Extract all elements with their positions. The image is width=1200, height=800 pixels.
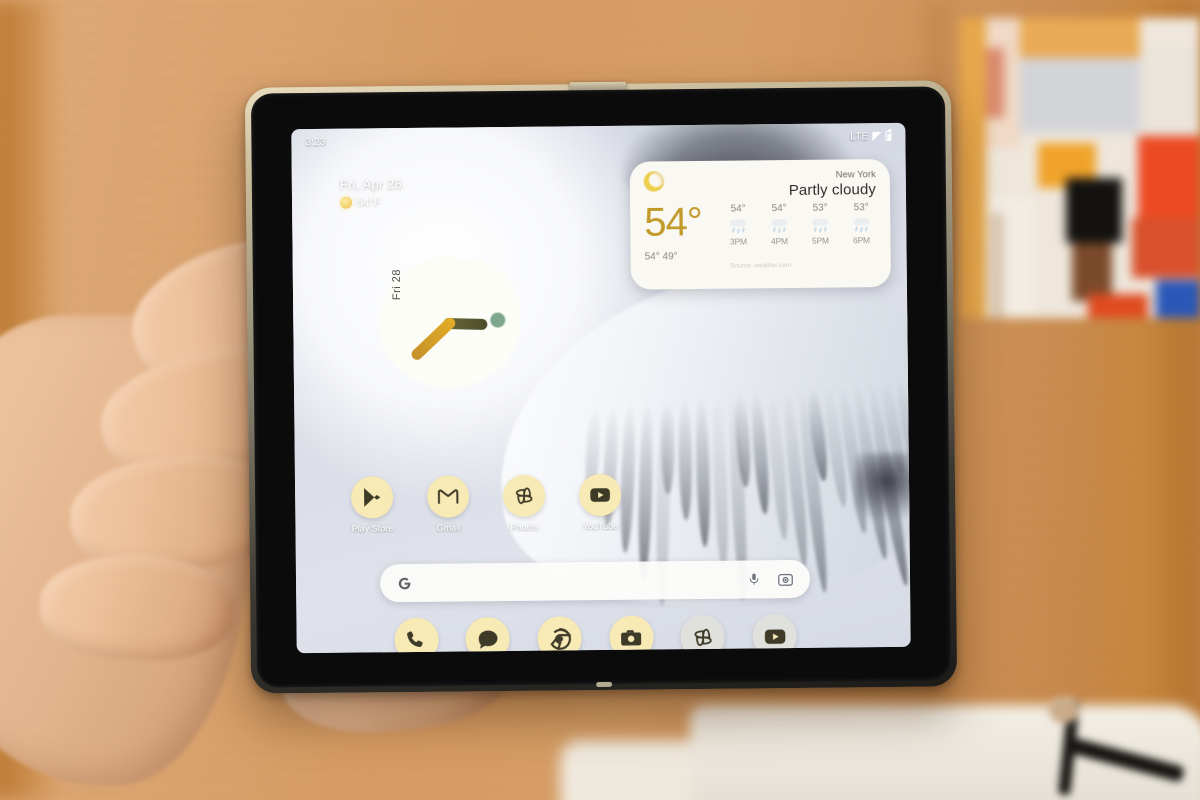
rain-icon <box>805 214 835 236</box>
sun-icon <box>339 196 353 209</box>
status-time: 3:23 <box>305 136 326 148</box>
microphone-icon[interactable] <box>747 570 761 588</box>
at-a-glance-widget[interactable]: Fri, Apr 28 54°F <box>340 176 403 209</box>
analog-clock-widget[interactable]: Fri 28 <box>377 255 522 393</box>
app-label: Play Store <box>351 523 394 534</box>
play-store-icon[interactable] <box>350 476 394 519</box>
forecast-hour: 53° 5PM <box>805 203 835 246</box>
abstract-painting <box>960 18 1200 318</box>
forecast-hour: 53° 6PM <box>846 202 876 245</box>
glance-date: Fri, Apr 28 <box>339 176 403 192</box>
app-dock <box>380 613 810 654</box>
dock-messages[interactable] <box>465 616 511 654</box>
weather-condition: Partly cloudy <box>788 181 877 200</box>
hinge-bottom-notch <box>596 681 613 688</box>
forecast-temp: 53° <box>812 202 828 214</box>
app-label: YouTube <box>582 520 619 532</box>
app-label: Photos <box>510 521 539 532</box>
app-youtube[interactable]: YouTube <box>569 473 632 532</box>
gmail-icon[interactable] <box>426 475 470 518</box>
forecast-hour-label: 6PM <box>852 235 870 246</box>
photos-icon[interactable] <box>502 474 546 518</box>
weather-hourly-forecast: 54° 3PM 54° 4PM 53° 5PM 53° 6PM <box>723 200 876 247</box>
forecast-temp: 54° <box>771 203 787 215</box>
forecast-temp: 54° <box>730 203 746 215</box>
weather-current-temp: 54° <box>644 199 703 245</box>
weather-widget[interactable]: New York Partly cloudy 54° 54° 49° 54° 3P… <box>629 158 891 290</box>
bird-wing-tip <box>854 452 911 524</box>
weather-low: 49° <box>662 251 678 263</box>
forecast-hour: 54° 3PM <box>723 203 753 246</box>
app-gmail[interactable]: Gmail <box>417 475 480 533</box>
desk-lamp <box>1035 696 1186 796</box>
network-label: LTE <box>850 130 869 142</box>
signal-triangle-icon <box>872 131 882 141</box>
weather-source: Source: weather.com <box>730 262 792 270</box>
weather-high-low: 54° 49° <box>644 251 703 263</box>
google-g-icon <box>396 574 413 591</box>
status-icons: LTE <box>850 130 892 142</box>
search-actions <box>747 570 794 588</box>
clock-date-label: Fri 28 <box>390 268 404 301</box>
weather-current-block: 54° 54° 49° <box>644 199 703 263</box>
weather-header: New York Partly cloudy <box>643 169 876 200</box>
forecast-hour-label: 4PM <box>770 236 788 247</box>
forecast-temp: 53° <box>853 202 869 214</box>
youtube-icon[interactable] <box>578 473 622 517</box>
dock-phone[interactable] <box>394 617 439 654</box>
glance-weather: 54°F <box>339 196 402 209</box>
glance-temperature: 54°F <box>356 196 381 209</box>
app-grid: Play Store Gmail Photos YouTube <box>341 473 632 534</box>
search-input[interactable] <box>413 579 747 582</box>
app-play-store[interactable]: Play Store <box>341 476 404 534</box>
google-search-bar[interactable] <box>379 559 811 603</box>
weather-location-block: New York Partly cloudy <box>789 169 876 199</box>
dock-photos[interactable] <box>680 614 726 654</box>
phone-screen: 3:23 LTE Fri, Apr 28 54°F Fri 28 New Yor… <box>291 122 911 654</box>
weather-high: 54° <box>644 251 660 263</box>
dock-youtube[interactable] <box>752 613 797 654</box>
dock-chrome[interactable] <box>537 616 583 654</box>
dock-camera[interactable] <box>609 615 654 654</box>
forecast-hour-label: 5PM <box>811 235 829 246</box>
weather-location: New York <box>835 169 876 181</box>
google-lens-icon[interactable] <box>777 570 794 587</box>
forecast-hour-label: 3PM <box>729 236 747 247</box>
rain-icon <box>764 214 794 236</box>
app-photos[interactable]: Photos <box>493 474 556 532</box>
app-label: Gmail <box>436 522 461 533</box>
clock-accent-dot <box>490 312 506 328</box>
moon-icon <box>643 171 664 192</box>
battery-icon <box>885 130 892 142</box>
rain-icon <box>723 214 753 236</box>
rain-icon <box>846 213 876 235</box>
forecast-hour: 54° 4PM <box>764 203 794 246</box>
foldable-phone-device: 3:23 LTE Fri, Apr 28 54°F Fri 28 New Yor… <box>244 80 958 694</box>
weather-body: 54° 54° 49° 54° 3PM 54° 4PM 53° 5PM 53° 6PM <box>644 199 877 263</box>
